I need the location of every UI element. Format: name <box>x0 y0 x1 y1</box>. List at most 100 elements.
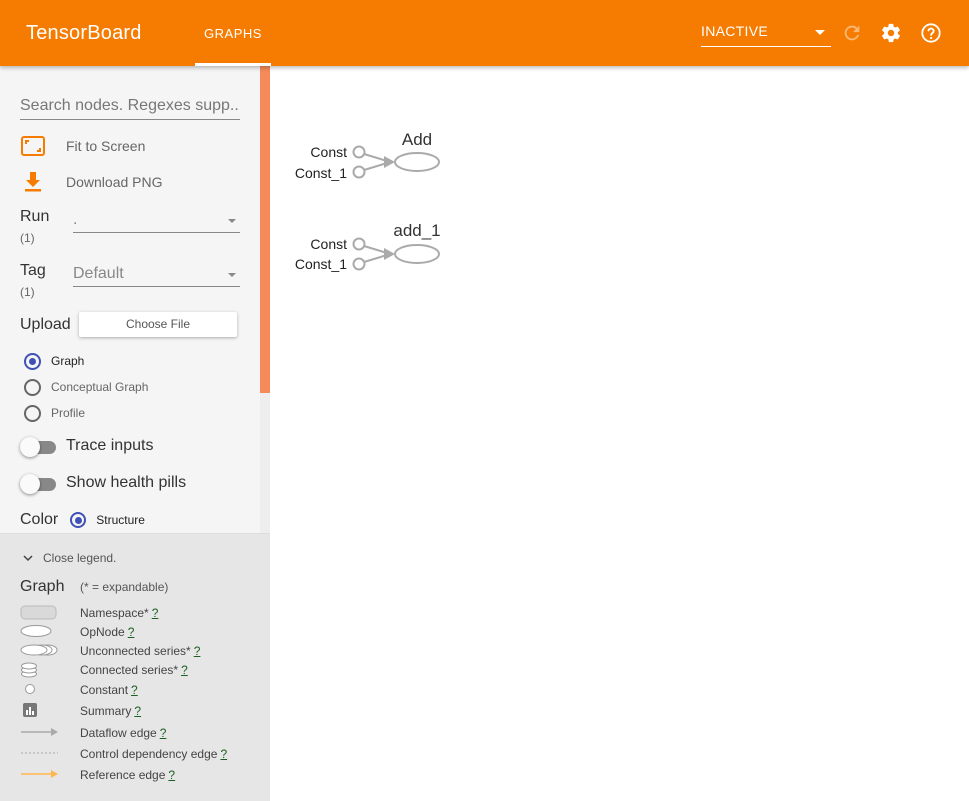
legend-summary-label: Summary <box>80 704 132 718</box>
reload-icon[interactable] <box>841 22 863 44</box>
upload-label: Upload <box>20 316 71 333</box>
dataflow-edge <box>363 245 388 254</box>
constant-node[interactable] <box>352 165 366 179</box>
tag-dropdown[interactable]: Default <box>73 263 240 287</box>
connected-series-icon <box>21 662 37 678</box>
graph-node-group-add-1[interactable]: Const Const_1 add_1 <box>295 221 441 272</box>
const-1-node-label: Const_1 <box>295 256 347 272</box>
legend-constant-label: Constant <box>80 683 129 697</box>
download-icon <box>25 172 41 192</box>
dataflow-edge <box>363 162 388 171</box>
legend-help-link[interactable]: ? <box>134 704 141 718</box>
summary-icon <box>23 703 37 717</box>
dropdown-arrow-icon <box>815 30 825 35</box>
legend-namespace-label: Namespace* <box>80 606 149 620</box>
color-mode-row: Color Structure <box>20 510 145 530</box>
constant-icon <box>25 684 35 694</box>
show-health-pills-label: Show health pills <box>66 474 187 491</box>
legend-item-connected-series: Connected series*? <box>20 661 260 679</box>
legend-help-link[interactable]: ? <box>152 606 159 620</box>
legend-item-control-edge: Control dependency edge? <box>20 745 260 763</box>
trace-inputs-label: Trace inputs <box>66 437 154 454</box>
health-pills-toggle[interactable] <box>20 473 56 494</box>
legend-item-dataflow-edge: Dataflow edge? <box>20 724 260 742</box>
graph-svg[interactable]: Const Const_1 Add Const Const_1 add_1 <box>270 66 969 801</box>
legend-title: Graph <box>20 578 65 595</box>
tab-graphs[interactable]: GRAPHS <box>195 0 271 66</box>
graph-legend: Close legend. Graph (* = expandable) Nam… <box>0 533 270 801</box>
add-node-label: Add <box>402 130 432 149</box>
download-png-button[interactable]: Download PNG <box>20 169 163 195</box>
const-node-label: Const <box>310 236 347 252</box>
radio-graph-label: Graph <box>51 354 85 368</box>
chevron-down-icon <box>228 219 236 223</box>
constant-node[interactable] <box>352 145 366 159</box>
radio-profile[interactable]: Profile <box>24 404 85 422</box>
tag-dropdown-value: Default <box>73 265 124 282</box>
legend-help-link[interactable]: ? <box>181 663 188 677</box>
add-op-node[interactable] <box>394 152 440 172</box>
const-node-label: Const <box>310 144 347 160</box>
run-label: Run <box>20 208 50 225</box>
legend-help-link[interactable]: ? <box>168 768 175 782</box>
graph-node-group-add[interactable]: Const Const_1 Add <box>295 130 440 181</box>
active-tab-indicator <box>195 63 271 66</box>
constant-node[interactable] <box>352 237 366 251</box>
legend-help-link[interactable]: ? <box>160 726 167 740</box>
radio-conceptual-graph[interactable]: Conceptual Graph <box>24 378 148 396</box>
edge-arrowhead <box>384 248 395 260</box>
dataflow-edge-icon <box>21 728 58 736</box>
sidebar-scrollbar-thumb[interactable] <box>260 66 270 393</box>
legend-help-link[interactable]: ? <box>128 625 135 639</box>
chevron-down-icon <box>23 555 33 562</box>
fit-to-screen-button[interactable]: Fit to Screen <box>20 133 145 159</box>
radio-graph[interactable]: Graph <box>24 352 84 370</box>
radio-unchecked-icon <box>24 404 41 422</box>
constant-node[interactable] <box>352 257 366 271</box>
search-nodes-input[interactable]: Search nodes. Regexes supp... <box>20 94 240 120</box>
legend-help-link[interactable]: ? <box>194 644 201 658</box>
run-status-value: INACTIVE <box>701 23 768 39</box>
help-icon[interactable] <box>920 22 942 44</box>
legend-unconnected-series-label: Unconnected series* <box>80 644 191 658</box>
radio-checked-icon <box>24 352 41 370</box>
trace-inputs-toggle-row[interactable]: Trace inputs <box>20 434 153 458</box>
health-pills-toggle-row[interactable]: Show health pills <box>20 471 186 495</box>
edge-arrowhead <box>384 156 395 168</box>
legend-help-link[interactable]: ? <box>220 747 227 761</box>
legend-opnode-label: OpNode <box>80 625 125 639</box>
color-label: Color <box>20 511 59 528</box>
dataflow-edge <box>363 254 388 263</box>
add-1-node-label: add_1 <box>393 221 440 240</box>
radio-unchecked-icon <box>24 378 41 396</box>
tag-label: Tag <box>20 262 46 279</box>
add-1-op-node[interactable] <box>394 244 440 264</box>
fit-to-screen-icon <box>21 136 45 156</box>
legend-dataflow-edge-label: Dataflow edge <box>80 726 157 740</box>
sidebar: Search nodes. Regexes supp... Fit to Scr… <box>0 66 270 801</box>
radio-structure[interactable] <box>70 512 87 528</box>
legend-note: (* = expandable) <box>80 580 169 594</box>
run-count: (1) <box>20 231 35 245</box>
trace-inputs-toggle[interactable] <box>20 436 56 457</box>
legend-item-unconnected-series: Unconnected series*? <box>20 642 260 660</box>
sidebar-controls: Search nodes. Regexes supp... Fit to Scr… <box>0 66 270 533</box>
top-toolbar: TensorBoard GRAPHS INACTIVE <box>0 0 969 66</box>
choose-file-button[interactable]: Choose File <box>79 312 237 337</box>
legend-reference-edge-label: Reference edge <box>80 768 166 782</box>
settings-gear-icon[interactable] <box>880 22 902 44</box>
run-dropdown[interactable]: . <box>73 209 240 233</box>
control-edge-icon <box>21 752 58 754</box>
legend-item-reference-edge: Reference edge? <box>20 766 260 784</box>
legend-item-namespace: Namespace*? <box>20 604 260 622</box>
download-png-label: Download PNG <box>66 174 163 190</box>
run-dropdown-value: . <box>73 211 78 228</box>
legend-connected-series-label: Connected series* <box>80 663 179 677</box>
app-title: TensorBoard <box>26 22 142 44</box>
graph-canvas[interactable]: Const Const_1 Add Const Const_1 add_1 <box>270 66 969 801</box>
run-status-dropdown[interactable]: INACTIVE <box>701 23 831 47</box>
close-legend-button[interactable]: Close legend. <box>22 551 116 565</box>
close-legend-label: Close legend. <box>43 551 117 565</box>
unconnected-series-icon <box>20 644 58 656</box>
legend-help-link[interactable]: ? <box>131 683 138 697</box>
